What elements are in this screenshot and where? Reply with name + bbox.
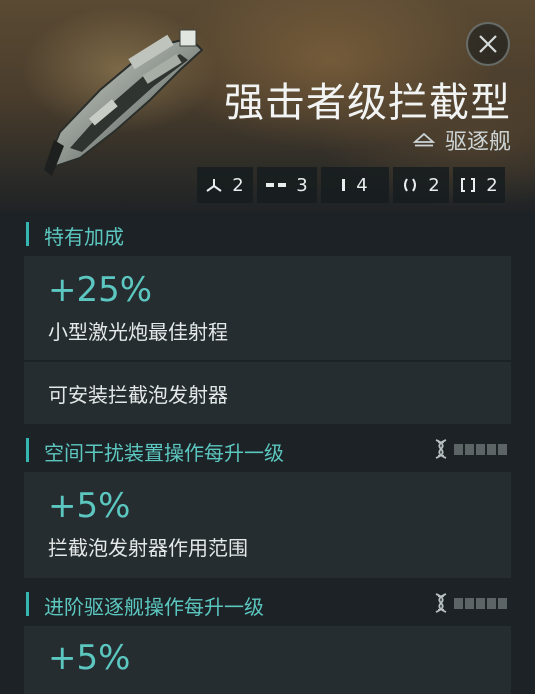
mid-slot-icon [266,183,287,187]
bonus-description: 拦截泡发射器作用范围 [48,536,248,560]
skill-level-pip [454,443,463,455]
high-slot-value: 2 [232,174,244,196]
ship-class: 驱逐舰 [412,124,511,156]
role-bonus-header: 特有加成 [0,212,535,256]
ship-header: 强击者级拦截型 驱逐舰 2 3 4 2 2 [0,0,535,212]
skill-dna-icon [435,593,447,613]
low-slot-value: 4 [356,174,368,196]
skill-dna-icon [435,439,447,459]
rig-slot-value: 2 [428,174,440,196]
role-note-card: 可安装拦截泡发射器 [24,362,511,424]
skill-level-pip [465,597,474,609]
close-button[interactable] [466,22,510,66]
role-bonus-card: +25% 小型激光炮最佳射程 [24,256,511,360]
role-note-text: 可安装拦截泡发射器 [48,382,228,407]
destroyer-hull-icon [412,133,435,147]
skill-bonus-title-2: 进阶驱逐舰操作每升一级 [44,595,264,619]
section-accent-bar [26,222,29,246]
ship-info-panel: 强击者级拦截型 驱逐舰 2 3 4 2 2 特有加成 +25% 小型激光炮最佳射… [0,0,535,694]
skill-bonus-header-2: 进阶驱逐舰操作每升一级 [0,582,535,626]
skill-level-pip [498,597,507,609]
close-icon [479,35,497,53]
section-accent-bar [26,438,29,462]
skill-bonus-card-2: +5% [24,626,511,694]
role-bonus-title: 特有加成 [44,225,124,249]
bonus-value: +25% [48,270,153,310]
rig-slot-count: 2 [393,167,449,203]
high-slot-count: 2 [197,167,253,203]
bonus-list: 特有加成 +25% 小型激光炮最佳射程 可安装拦截泡发射器 空间干扰装置操作每升… [0,212,535,694]
bonus-value: +5% [48,486,131,526]
skill-level-meter-2[interactable] [434,593,507,613]
skill-level-pip [487,443,496,455]
rig-slot-icon [404,178,417,192]
low-slot-icon [342,179,346,191]
subsystem-slot-count: 2 [453,167,505,203]
slot-layout: 2 3 4 2 2 [197,167,505,203]
skill-level-pip [487,597,496,609]
skill-level-pip [465,443,474,455]
skill-level-pip [476,443,485,455]
subsystem-slot-value: 2 [486,174,498,196]
skill-bonus-title-1: 空间干扰装置操作每升一级 [44,441,284,465]
skill-level-pips [454,597,507,609]
ship-render-image [42,29,204,176]
skill-level-pip [498,443,507,455]
mid-slot-value: 3 [296,174,308,196]
skill-level-pip [454,597,463,609]
section-accent-bar [26,592,29,616]
bonus-description: 小型激光炮最佳射程 [48,320,228,344]
ship-class-label: 驱逐舰 [444,130,511,155]
low-slot-count: 4 [321,167,389,203]
high-slot-icon [206,179,222,192]
mid-slot-count: 3 [257,167,317,203]
skill-bonus-card-1: +5% 拦截泡发射器作用范围 [24,472,511,578]
ship-name: 强击者级拦截型 [224,80,511,126]
bonus-value: +5% [48,638,131,678]
skill-level-pips [454,443,507,455]
skill-level-meter-1[interactable] [434,439,507,459]
subsystem-slot-icon [461,178,476,192]
skill-level-pip [476,597,485,609]
skill-bonus-header-1: 空间干扰装置操作每升一级 [0,428,535,472]
